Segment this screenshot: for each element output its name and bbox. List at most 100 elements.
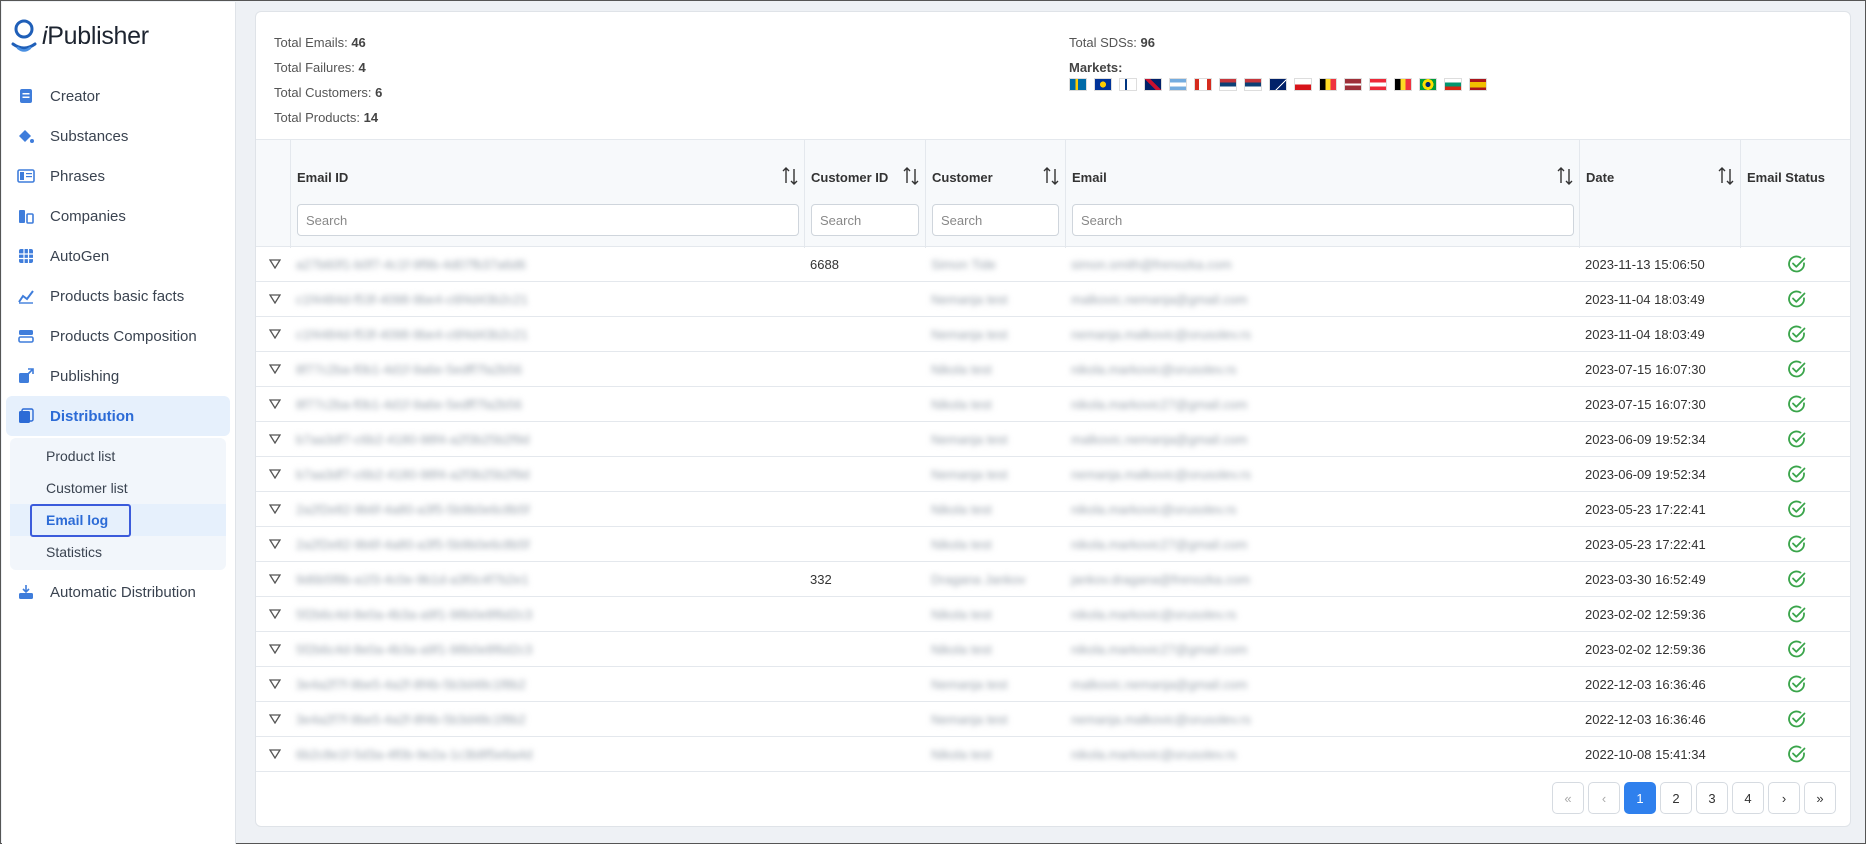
date-cell: 2023-11-13 15:06:50 — [1585, 256, 1705, 272]
customer-id-cell — [810, 352, 920, 386]
email-id-cell: 3e4a2f7f-9be5-4a2f-8f4b-5b3d48c1f8b2 — [296, 676, 526, 692]
layers-icon — [16, 326, 36, 346]
customer-cell: Nikola test — [931, 606, 992, 622]
nav-item-products-basic-facts[interactable]: Products basic facts — [6, 276, 230, 316]
table-row[interactable]: b7aa3df7-c6b2-4180-98f4-a2f3b25b2f9d Nem… — [256, 422, 1850, 457]
flag-at-icon — [1369, 78, 1387, 91]
date-cell: 2023-11-04 18:03:49 — [1585, 291, 1705, 307]
sort-icon[interactable] — [782, 166, 798, 186]
expand-row-icon[interactable] — [266, 457, 284, 491]
book-icon — [16, 166, 36, 186]
nav-item-creator[interactable]: Creator — [6, 76, 230, 116]
email-id-search-input[interactable] — [297, 204, 799, 236]
email-cell: nemanja.malkovic@orusolev.rs — [1071, 466, 1251, 482]
subnav-item-statistics[interactable]: Statistics — [10, 536, 226, 568]
email-cell: nikola.markovic@orusolev.rs — [1071, 746, 1237, 762]
page-button-1[interactable]: 1 — [1624, 782, 1656, 814]
logo-text: iPublisher — [42, 21, 149, 50]
table-row[interactable]: 6b2c8e1f-5d3a-4f0b-9e2a-1c3b8f5e6a4d Nik… — [256, 737, 1850, 772]
table-row[interactable]: 3e4a2f7f-9be5-4a2f-8f4b-5b3d48c1f8b2 Nem… — [256, 702, 1850, 737]
sort-icon[interactable] — [1718, 166, 1734, 186]
prev-page-button[interactable]: ‹ — [1588, 782, 1620, 814]
expand-row-icon[interactable] — [266, 352, 284, 386]
date-cell: 2023-07-15 16:07:30 — [1585, 361, 1706, 377]
status-ok-icon — [1785, 352, 1809, 386]
customer-id-cell — [810, 492, 920, 526]
nav-item-companies[interactable]: Companies — [6, 196, 230, 236]
expand-row-icon[interactable] — [266, 527, 284, 561]
email-id-cell: 9d6b5f8b-a1f3-4c0e-9b1d-a3f0c4f7b2e1 — [296, 571, 529, 587]
nav-item-phrases[interactable]: Phrases — [6, 156, 230, 196]
first-page-button[interactable]: « — [1552, 782, 1584, 814]
table-row[interactable]: 3e4a2f7f-9be5-4a2f-8f4b-5b3d48c1f8b2 Nem… — [256, 667, 1850, 702]
expand-row-icon[interactable] — [266, 247, 284, 281]
table-row[interactable]: c1f4484d-f53f-4098-9be4-c6f4d43b2c21 Nem… — [256, 282, 1850, 317]
expand-row-icon[interactable] — [266, 282, 284, 316]
table-row[interactable]: 8f77c2ba-f0b1-4d1f-9a6e-5edff7fa2b56 Nik… — [256, 387, 1850, 422]
nav-item-publishing[interactable]: Publishing — [6, 356, 230, 396]
nav-item-automatic-distribution[interactable]: Automatic Distribution — [6, 572, 230, 612]
expand-row-icon[interactable] — [266, 632, 284, 666]
expand-row-icon[interactable] — [266, 422, 284, 456]
customer-id-cell — [810, 282, 920, 316]
table-row[interactable]: 5f2b6c4d-8e0a-4b3a-a9f1-98b0e8f6d2c3 Nik… — [256, 632, 1850, 667]
date-cell: 2023-06-09 19:52:34 — [1585, 431, 1706, 447]
expand-row-icon[interactable] — [266, 737, 284, 771]
flag-gb-icon — [1144, 78, 1162, 91]
subnav-item-customer-list[interactable]: Customer list — [10, 472, 226, 504]
expand-row-icon[interactable] — [266, 597, 284, 631]
page-button-4[interactable]: 4 — [1732, 782, 1764, 814]
table-row[interactable]: c1f4484d-f53f-4098-9be4-c6f4d43b2c21 Nem… — [256, 317, 1850, 352]
nav-item-autogen[interactable]: AutoGen — [6, 236, 230, 276]
email-cell: nikola.markovic27@gmail.com — [1071, 641, 1248, 657]
customer-search-input[interactable] — [932, 204, 1059, 236]
customer-cell: Nikola test — [931, 396, 992, 412]
table-row[interactable]: 2a2f2e82-9b6f-4a80-a3f5-5b9b0e6c8b5f Nik… — [256, 527, 1850, 562]
customer-cell: Dragana Jankov — [931, 571, 1026, 587]
customer-cell: Nemanja test — [931, 291, 1008, 307]
nav-item-products-composition[interactable]: Products Composition — [6, 316, 230, 356]
table-row[interactable]: 5f2b6c4d-8e0a-4b3a-a9f1-98b0e8f6d2c3 Nik… — [256, 597, 1850, 632]
expand-row-icon[interactable] — [266, 562, 284, 596]
customer-cell: Nikola test — [931, 536, 992, 552]
email-id-cell: 2a2f2e82-9b6f-4a80-a3f5-5b9b0e6c8b5f — [296, 501, 530, 517]
status-ok-icon — [1785, 667, 1809, 701]
logo[interactable]: iPublisher — [10, 16, 149, 56]
table-row[interactable]: b7aa3df7-c6b2-4180-98f4-a2f3b25b2f9d Nem… — [256, 457, 1850, 492]
sort-icon[interactable] — [903, 166, 919, 186]
status-ok-icon — [1785, 457, 1809, 491]
expand-row-icon[interactable] — [266, 667, 284, 701]
customer-id-search-input[interactable] — [811, 204, 919, 236]
nav-item-substances[interactable]: Substances — [6, 116, 230, 156]
next-page-button[interactable]: › — [1768, 782, 1800, 814]
app-frame: iPublisher Creator Substances Phrases Co… — [0, 0, 1866, 844]
last-page-button[interactable]: » — [1804, 782, 1836, 814]
email-cell: malkovic.nemanja@gmail.com — [1071, 291, 1248, 307]
email-search-input[interactable] — [1072, 204, 1574, 236]
table-row[interactable]: 8f77c2ba-f0b1-4d1f-9a6e-5edff7fa2b56 Nik… — [256, 352, 1850, 387]
subnav-item-email-log[interactable]: Email log — [10, 504, 226, 537]
subnav-item-product-list[interactable]: Product list — [10, 440, 226, 472]
stats-right: Total SDSs: 96 Markets: — [1069, 30, 1487, 91]
date-cell: 2022-10-08 15:41:34 — [1585, 746, 1706, 762]
sort-icon[interactable] — [1557, 166, 1573, 186]
customer-cell: Nemanja test — [931, 326, 1008, 342]
customer-id-cell — [810, 737, 920, 771]
table-row[interactable]: 2a2f2e82-9b6f-4a80-a3f5-5b9b0e6c8b5f Nik… — [256, 492, 1850, 527]
expand-row-icon[interactable] — [266, 317, 284, 351]
table-row[interactable]: a27b60f1-b0f7-4c1f-9f9b-4d07fb37a6d6 668… — [256, 247, 1850, 282]
expand-row-icon[interactable] — [266, 492, 284, 526]
flag-es-icon — [1469, 78, 1487, 91]
customer-cell: Nemanja test — [931, 466, 1008, 482]
customer-cell: Nemanja test — [931, 711, 1008, 727]
table-row[interactable]: 9d6b5f8b-a1f3-4c0e-9b1d-a3f0c4f7b2e1 332… — [256, 562, 1850, 597]
expand-row-icon[interactable] — [266, 387, 284, 421]
email-id-cell: a27b60f1-b0f7-4c1f-9f9b-4d07fb37a6d6 — [296, 256, 526, 272]
email-cell: malkovic.nemanja@gmail.com — [1071, 676, 1248, 692]
sort-icon[interactable] — [1043, 166, 1059, 186]
page-button-2[interactable]: 2 — [1660, 782, 1692, 814]
inbox-icon — [16, 582, 36, 602]
expand-row-icon[interactable] — [266, 702, 284, 736]
nav-item-distribution[interactable]: Distribution — [6, 396, 230, 436]
page-button-3[interactable]: 3 — [1696, 782, 1728, 814]
